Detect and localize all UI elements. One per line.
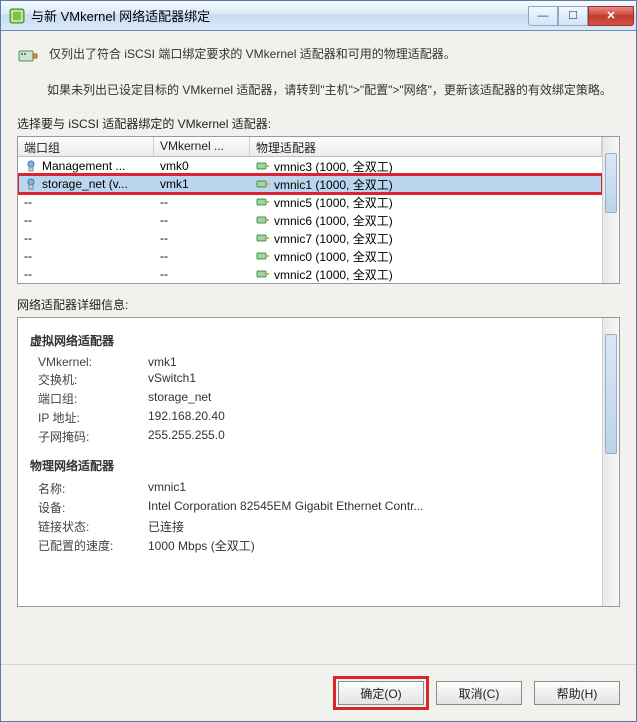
- table-row[interactable]: storage_net (v...vmk1vmnic1 (1000, 全双工): [18, 175, 602, 193]
- cell-vmkernel: vmk1: [154, 177, 250, 191]
- nic-icon: [17, 45, 39, 67]
- cell-physical: vmnic7 (1000, 全双工): [250, 230, 602, 247]
- close-button[interactable]: ✕: [588, 6, 634, 26]
- col-physical[interactable]: 物理适配器: [250, 137, 602, 156]
- window-buttons: — ☐ ✕: [528, 6, 634, 26]
- table-header: 端口组 VMkernel ... 物理适配器: [18, 137, 602, 157]
- button-bar: 确定(O) 取消(C) 帮助(H): [1, 664, 636, 721]
- cell-physical: vmnic2 (1000, 全双工): [250, 266, 602, 283]
- col-vmkernel[interactable]: VMkernel ...: [154, 137, 250, 156]
- speed-label: 已配置的速度:: [38, 537, 148, 554]
- link-value: 已连接: [148, 518, 184, 535]
- policy-text: 如果未列出已设定目标的 VMkernel 适配器，请转到"主机">"配置">"网…: [47, 81, 620, 99]
- table-row[interactable]: ----vmnic5 (1000, 全双工): [18, 193, 602, 211]
- cell-portgroup: --: [18, 231, 154, 245]
- speed-value: 1000 Mbps (全双工): [148, 537, 255, 554]
- device-value: Intel Corporation 82545EM Gigabit Ethern…: [148, 499, 424, 516]
- mask-label: 子网掩码:: [38, 428, 148, 445]
- cell-physical: vmnic0 (1000, 全双工): [250, 248, 602, 265]
- minimize-button[interactable]: —: [528, 6, 558, 26]
- cell-portgroup: --: [18, 195, 154, 209]
- cell-physical: vmnic1 (1000, 全双工): [250, 176, 602, 193]
- details-scroll-thumb[interactable]: [605, 334, 617, 454]
- dialog-body: 仅列出了符合 iSCSI 端口绑定要求的 VMkernel 适配器和可用的物理适…: [1, 31, 636, 664]
- help-button[interactable]: 帮助(H): [534, 681, 620, 705]
- cell-vmkernel: --: [154, 249, 250, 263]
- ok-button[interactable]: 确定(O): [338, 681, 424, 705]
- table-row[interactable]: ----vmnic2 (1000, 全双工): [18, 265, 602, 283]
- name-value: vmnic1: [148, 480, 186, 497]
- portgroup-value: storage_net: [148, 390, 211, 407]
- name-label: 名称:: [38, 480, 148, 497]
- cell-portgroup: --: [18, 267, 154, 281]
- cell-vmkernel: --: [154, 231, 250, 245]
- table-row[interactable]: ----vmnic6 (1000, 全双工): [18, 211, 602, 229]
- device-label: 设备:: [38, 499, 148, 516]
- vswitch-label: 交换机:: [38, 371, 148, 388]
- cell-vmkernel: vmk0: [154, 159, 250, 173]
- cell-portgroup: --: [18, 249, 154, 263]
- physical-adapter-title: 物理网络适配器: [30, 457, 607, 474]
- cell-portgroup: storage_net (v...: [18, 177, 154, 191]
- table-body: Management ...vmk0vmnic3 (1000, 全双工)stor…: [18, 157, 602, 283]
- cell-vmkernel: --: [154, 213, 250, 227]
- virtual-adapter-title: 虚拟网络适配器: [30, 332, 607, 349]
- col-portgroup[interactable]: 端口组: [18, 137, 154, 156]
- dialog-window: 与新 VMkernel 网络适配器绑定 — ☐ ✕ 仅列出了符合 iSCSI 端…: [0, 0, 637, 722]
- adapter-table: 端口组 VMkernel ... 物理适配器 Management ...vmk…: [17, 136, 620, 284]
- cell-vmkernel: --: [154, 267, 250, 281]
- cell-physical: vmnic3 (1000, 全双工): [250, 158, 602, 175]
- cell-vmkernel: --: [154, 195, 250, 209]
- table-prompt: 选择要与 iSCSI 适配器绑定的 VMkernel 适配器:: [17, 115, 620, 132]
- info-row: 仅列出了符合 iSCSI 端口绑定要求的 VMkernel 适配器和可用的物理适…: [17, 45, 620, 67]
- cell-portgroup: Management ...: [18, 159, 154, 173]
- table-row[interactable]: ----vmnic0 (1000, 全双工): [18, 247, 602, 265]
- details-label: 网络适配器详细信息:: [17, 296, 620, 313]
- table-scrollbar[interactable]: [602, 137, 619, 283]
- window-title: 与新 VMkernel 网络适配器绑定: [31, 6, 528, 25]
- vmkernel-value: vmk1: [148, 355, 177, 369]
- ip-label: IP 地址:: [38, 409, 148, 426]
- mask-value: 255.255.255.0: [148, 428, 225, 445]
- maximize-button[interactable]: ☐: [558, 6, 588, 26]
- details-box: 虚拟网络适配器 VMkernel:vmk1 交换机:vSwitch1 端口组:s…: [17, 317, 620, 607]
- vswitch-value: vSwitch1: [148, 371, 196, 388]
- table-scroll: 端口组 VMkernel ... 物理适配器 Management ...vmk…: [18, 137, 602, 283]
- info-text: 仅列出了符合 iSCSI 端口绑定要求的 VMkernel 适配器和可用的物理适…: [49, 45, 456, 63]
- cell-physical: vmnic5 (1000, 全双工): [250, 194, 602, 211]
- app-icon: [9, 8, 25, 24]
- titlebar[interactable]: 与新 VMkernel 网络适配器绑定 — ☐ ✕: [1, 1, 636, 31]
- cell-portgroup: --: [18, 213, 154, 227]
- details-scrollbar[interactable]: [602, 318, 619, 606]
- table-row[interactable]: ----vmnic7 (1000, 全双工): [18, 229, 602, 247]
- link-label: 链接状态:: [38, 518, 148, 535]
- ip-value: 192.168.20.40: [148, 409, 225, 426]
- cell-physical: vmnic6 (1000, 全双工): [250, 212, 602, 229]
- vmkernel-label: VMkernel:: [38, 355, 148, 369]
- table-row[interactable]: Management ...vmk0vmnic3 (1000, 全双工): [18, 157, 602, 175]
- scroll-thumb[interactable]: [605, 153, 617, 213]
- cancel-button[interactable]: 取消(C): [436, 681, 522, 705]
- portgroup-label: 端口组:: [38, 390, 148, 407]
